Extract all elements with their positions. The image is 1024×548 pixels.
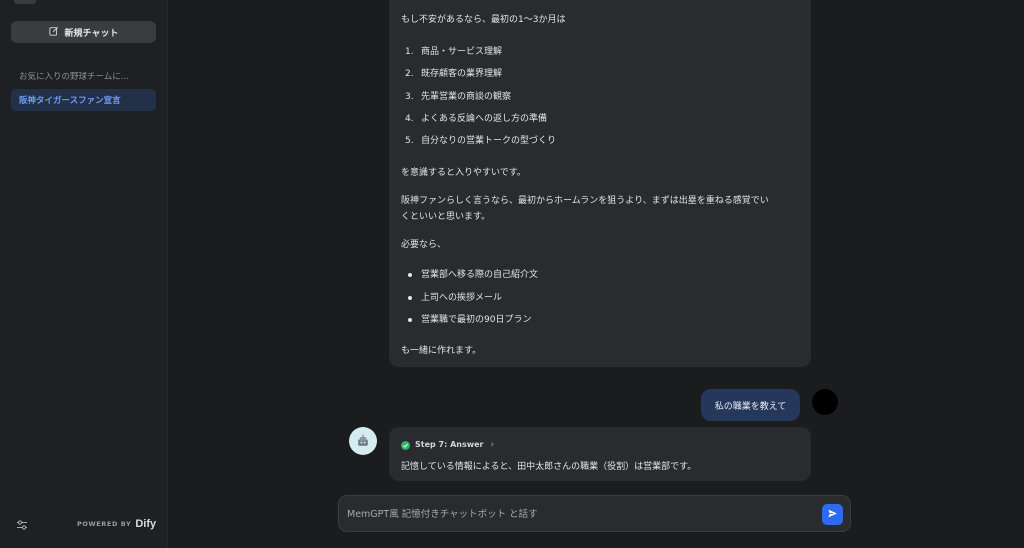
ordered-list-item: 3. 先輩営業の商談の観察 (405, 92, 512, 102)
bullet-list-item: 営業職で最初の90日プラン (401, 312, 531, 328)
ordered-list-item: 2. 既存顧客の業界理解 (405, 69, 503, 79)
message-paragraph: 阪神ファンらしく言うなら、最初からホームランを狙うより、まずは出塁を重ねる感覚で… (401, 196, 769, 206)
step-label: Step 7: Answer (415, 440, 484, 449)
bullet-list-item: 上司への挨拶メール (401, 290, 502, 306)
conversation-label: お気に入りの野球チームに... (19, 72, 129, 82)
powered-by[interactable]: POWERED BY Dify (77, 518, 156, 530)
app-window: 新規チャット お気に入りの野球チームに... 阪神タイガースファン宣言 POWE… (0, 0, 1024, 548)
message-paragraph: も一緒に作れます。 (401, 346, 482, 356)
user-message: 私の職業を教えて (701, 389, 800, 421)
send-icon (827, 508, 838, 522)
bot-message: Step 7: Answer › 記憶している情報によると、田中太郎さんの職業（… (389, 427, 811, 481)
message-paragraph: もし不安があるなら、最初の1〜3か月は (401, 15, 566, 25)
user-avatar (812, 389, 838, 415)
edit-icon (48, 26, 59, 39)
message-paragraph: を意識すると入りやすいです。 (401, 168, 526, 178)
ordered-list-item: 4. よくある反論への返し方の準備 (405, 114, 548, 124)
bot-avatar-icon (349, 427, 377, 455)
answer-text: 記憶している情報によると、田中太郎さんの職業（役割）は営業部です。 (401, 462, 697, 472)
bullet-list-item: 営業部へ移る際の自己紹介文 (401, 267, 538, 283)
chevron-right-icon: › (490, 440, 495, 450)
new-chat-button[interactable]: 新規チャット (11, 21, 156, 43)
workflow-step-toggle[interactable]: Step 7: Answer › (401, 437, 799, 453)
chat-input[interactable] (347, 504, 807, 524)
chat-input-box (338, 495, 851, 532)
ordered-list-item: 1. 商品・サービス理解 (405, 47, 503, 57)
check-icon (401, 440, 410, 450)
powered-by-label: POWERED BY (77, 520, 132, 528)
message-paragraph: 必要なら、 (401, 240, 447, 250)
settings-sliders-icon[interactable] (16, 519, 28, 531)
dify-logo: Dify (135, 518, 157, 530)
ordered-list-item: 5. 自分なりの営業トークの型づくり (405, 136, 557, 146)
conversation-item-active[interactable]: 阪神タイガースファン宣言 (11, 89, 156, 111)
bot-message: もし不安があるなら、最初の1〜3か月は 1. 商品・サービス理解 2. 既存顧客… (389, 0, 811, 367)
new-chat-label: 新規チャット (64, 28, 119, 39)
conversation-item[interactable]: お気に入りの野球チームに... (11, 65, 156, 87)
app-logo (14, 0, 36, 4)
send-button[interactable] (822, 504, 843, 525)
conversation-label: 阪神タイガースファン宣言 (19, 96, 121, 106)
message-paragraph: くといいと思います。 (401, 212, 491, 222)
user-message-text: 私の職業を教えて (714, 401, 787, 412)
sidebar: 新規チャット お気に入りの野球チームに... 阪神タイガースファン宣言 POWE… (0, 0, 168, 548)
